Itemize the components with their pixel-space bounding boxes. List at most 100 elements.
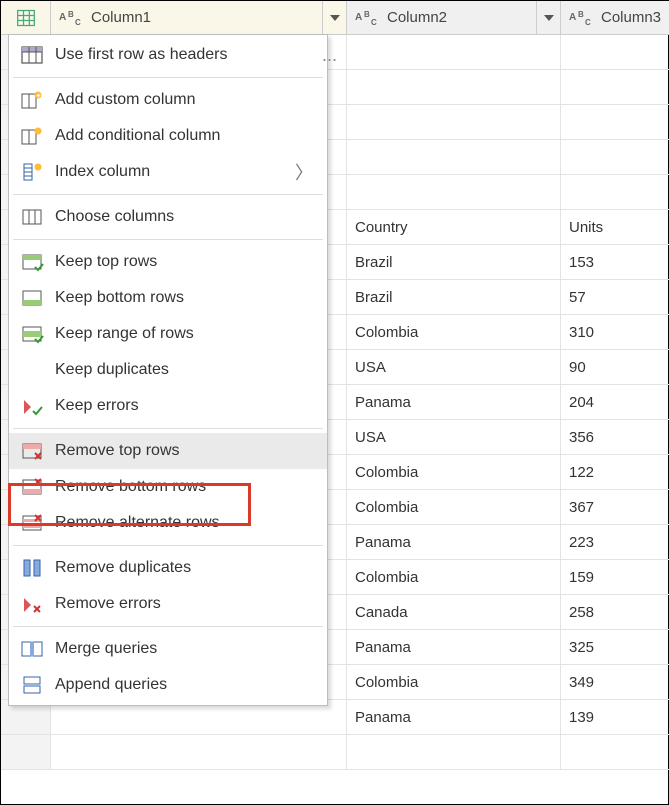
table-icon bbox=[16, 8, 36, 28]
menu-keep-top-rows[interactable]: Keep top rows bbox=[9, 244, 327, 280]
cell-col2[interactable]: Brazil bbox=[347, 245, 561, 279]
table-row[interactable] bbox=[1, 735, 669, 770]
chevron-right-icon: 〉 bbox=[295, 159, 313, 185]
column-header-3[interactable]: ABC Column3 bbox=[561, 1, 669, 34]
cell-col3[interactable]: 258 bbox=[561, 595, 669, 629]
chevron-down-icon bbox=[544, 15, 554, 21]
cell-col3[interactable]: 325 bbox=[561, 630, 669, 664]
menu-remove-bottom-rows[interactable]: Remove bottom rows bbox=[9, 469, 327, 505]
menu-label: Remove bottom rows bbox=[55, 478, 206, 496]
cell-col2[interactable]: Brazil bbox=[347, 280, 561, 314]
cell-col3[interactable]: Units bbox=[561, 210, 669, 244]
cell-col3[interactable]: 90 bbox=[561, 350, 669, 384]
keep-duplicates-icon bbox=[17, 358, 47, 382]
cell-col2[interactable]: USA bbox=[347, 420, 561, 454]
cell-col2[interactable]: Colombia bbox=[347, 455, 561, 489]
cell-col2[interactable]: USA bbox=[347, 350, 561, 384]
cell-col3[interactable]: 356 bbox=[561, 420, 669, 454]
cell-col2[interactable]: Canada bbox=[347, 595, 561, 629]
cell-col2[interactable] bbox=[347, 105, 561, 139]
table-menu-cell[interactable] bbox=[1, 1, 51, 34]
cell-col3[interactable] bbox=[561, 70, 669, 104]
menu-add-custom-column[interactable]: ✦ Add custom column bbox=[9, 82, 327, 118]
menu-separator bbox=[13, 194, 323, 195]
menu-separator bbox=[13, 77, 323, 78]
cell-col3[interactable]: 367 bbox=[561, 490, 669, 524]
cell-col3[interactable] bbox=[561, 175, 669, 209]
menu-index-column[interactable]: Index column 〉 bbox=[9, 154, 327, 190]
cell-col2[interactable]: Country bbox=[347, 210, 561, 244]
cell-col3[interactable]: 153 bbox=[561, 245, 669, 279]
cell-col2[interactable]: Panama bbox=[347, 700, 561, 734]
menu-label: Add custom column bbox=[55, 91, 196, 109]
abc-type-icon: ABC bbox=[567, 7, 597, 29]
column-header-row: ABC Column1 ABC Column2 ABC Column3 bbox=[1, 1, 669, 35]
menu-label: Use first row as headers bbox=[55, 46, 228, 64]
menu-use-first-row-as-headers[interactable]: Use first row as headers ... bbox=[9, 37, 327, 73]
svg-text:C: C bbox=[371, 18, 377, 27]
cell-col2[interactable]: Panama bbox=[347, 630, 561, 664]
cell-col3[interactable] bbox=[561, 35, 669, 69]
column-dropdown-button[interactable] bbox=[536, 1, 560, 34]
cell-col3[interactable]: 223 bbox=[561, 525, 669, 559]
cell-col2[interactable] bbox=[347, 735, 561, 769]
menu-remove-duplicates[interactable]: Remove duplicates bbox=[9, 550, 327, 586]
menu-keep-duplicates[interactable]: Keep duplicates bbox=[9, 352, 327, 388]
svg-text:C: C bbox=[75, 18, 81, 27]
column-header-label: Column3 bbox=[601, 9, 661, 26]
menu-label: Keep top rows bbox=[55, 253, 157, 271]
keep-bottom-icon bbox=[17, 286, 47, 310]
menu-keep-range-of-rows[interactable]: Keep range of rows bbox=[9, 316, 327, 352]
cell-col3[interactable]: 159 bbox=[561, 560, 669, 594]
row-index-cell bbox=[1, 735, 51, 769]
menu-append-queries[interactable]: Append queries bbox=[9, 667, 327, 703]
menu-separator bbox=[13, 239, 323, 240]
index-column-icon bbox=[17, 160, 47, 184]
menu-keep-bottom-rows[interactable]: Keep bottom rows bbox=[9, 280, 327, 316]
cell-col2[interactable]: Panama bbox=[347, 385, 561, 419]
cell-col3[interactable] bbox=[561, 105, 669, 139]
menu-remove-top-rows[interactable]: Remove top rows bbox=[9, 433, 327, 469]
menu-label: Keep bottom rows bbox=[55, 289, 184, 307]
menu-separator bbox=[13, 428, 323, 429]
menu-label: Remove duplicates bbox=[55, 559, 191, 577]
cell-col2[interactable]: Panama bbox=[347, 525, 561, 559]
column-header-1[interactable]: ABC Column1 bbox=[51, 1, 347, 34]
menu-choose-columns[interactable]: Choose columns bbox=[9, 199, 327, 235]
menu-add-conditional-column[interactable]: Add conditional column bbox=[9, 118, 327, 154]
menu-separator bbox=[13, 626, 323, 627]
menu-keep-errors[interactable]: Keep errors bbox=[9, 388, 327, 424]
menu-label: Keep duplicates bbox=[55, 361, 169, 379]
cell-col3[interactable]: 57 bbox=[561, 280, 669, 314]
cell-col2[interactable] bbox=[347, 70, 561, 104]
column-header-2[interactable]: ABC Column2 bbox=[347, 1, 561, 34]
cell-col3[interactable]: 204 bbox=[561, 385, 669, 419]
menu-merge-queries[interactable]: Merge queries bbox=[9, 631, 327, 667]
cell-col2[interactable] bbox=[347, 35, 561, 69]
cell-col1[interactable] bbox=[51, 735, 347, 769]
cell-col2[interactable]: Colombia bbox=[347, 315, 561, 349]
cell-col2[interactable] bbox=[347, 175, 561, 209]
cell-col3[interactable]: 349 bbox=[561, 665, 669, 699]
menu-remove-errors[interactable]: Remove errors bbox=[9, 586, 327, 622]
cell-col3[interactable]: 310 bbox=[561, 315, 669, 349]
conditional-column-icon bbox=[17, 124, 47, 148]
svg-text:A: A bbox=[59, 12, 66, 23]
cell-col3[interactable] bbox=[561, 735, 669, 769]
cell-col3[interactable]: 139 bbox=[561, 700, 669, 734]
cell-col3[interactable] bbox=[561, 140, 669, 174]
table-header-icon bbox=[17, 43, 47, 67]
remove-alternate-icon bbox=[17, 511, 47, 535]
cell-col2[interactable]: Colombia bbox=[347, 665, 561, 699]
svg-text:B: B bbox=[578, 10, 584, 19]
menu-remove-alternate-rows[interactable]: Remove alternate rows bbox=[9, 505, 327, 541]
ellipsis-icon: ... bbox=[322, 45, 337, 66]
column-dropdown-button[interactable] bbox=[322, 1, 346, 34]
column-header-label: Column1 bbox=[91, 9, 151, 26]
cell-col2[interactable]: Colombia bbox=[347, 560, 561, 594]
cell-col2[interactable]: Colombia bbox=[347, 490, 561, 524]
remove-top-icon bbox=[17, 439, 47, 463]
cell-col2[interactable] bbox=[347, 140, 561, 174]
cell-col3[interactable]: 122 bbox=[561, 455, 669, 489]
menu-label: Index column bbox=[55, 163, 150, 181]
